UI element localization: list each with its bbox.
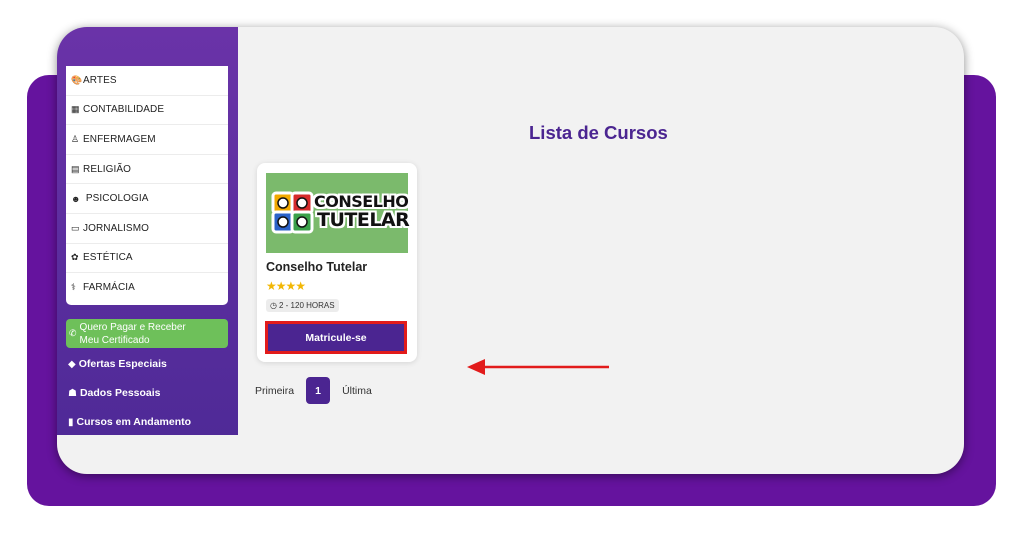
personal-data-label: Dados Pessoais [79,387,161,399]
calculator-icon: ▦ [71,104,80,115]
bible-icon: ▤ [71,163,80,174]
category-label: ARTES [83,74,117,86]
palette-icon: 🎨 [71,74,83,85]
whatsapp-icon: ✆ [69,328,77,338]
enroll-button-label: Matricule-se [305,331,367,344]
pagination-page-1[interactable]: 1 [306,377,331,404]
pills-icon: ⚕ [71,282,76,293]
category-item-jornalismo[interactable]: ▭ JORNALISMO [66,214,228,244]
tag-icon: ◆ [68,358,76,370]
browser-window: 🎨 ARTES ▦ CONTABILIDADE ♙ ENFERMAGEM ▤ R… [57,27,964,474]
category-item-psicologia[interactable]: ☻ PSICOLOGIA [66,184,228,214]
special-offers-link[interactable]: ◆ Ofertas Especiais [68,358,167,370]
rating-stars: ★★★★ [266,279,306,293]
pagination-first[interactable]: Primeira [255,385,294,397]
category-item-enfermagem[interactable]: ♙ ENFERMAGEM [66,125,228,155]
category-label: JORNALISMO [83,222,150,234]
category-label: PSICOLOGIA [83,193,149,205]
page-title: Lista de Cursos [529,122,668,143]
newspaper-icon: ▭ [71,222,80,233]
book-open-icon: ▮ [68,416,74,428]
pagination-last[interactable]: Última [342,385,372,397]
category-label: ESTÉTICA [83,252,133,264]
courses-in-progress-label: Cursos em Andamento [76,416,192,428]
user-edit-icon: ☗ [68,387,77,399]
hours-badge: ◷ 2 - 120 HORAS [266,299,339,312]
certificate-button[interactable]: ✆ Quero Pagar e Receber Meu Certificado [66,319,228,348]
spa-icon: ✿ [71,252,79,263]
children-puzzle-icon [271,191,314,234]
logo-line-2: TUTELAR [317,209,410,231]
course-image[interactable]: CONSELHO TUTELAR [266,173,410,253]
hours-label: 2 - 120 HORAS [278,301,335,310]
category-item-contabilidade[interactable]: ▦ CONTABILIDADE [66,96,228,126]
red-arrow-annotation [467,359,609,375]
nurse-icon: ♙ [71,133,80,144]
sidebar: 🎨 ARTES ▦ CONTABILIDADE ♙ ENFERMAGEM ▤ R… [57,27,238,435]
pagination: Primeira 1 Última [255,377,372,404]
category-label: FARMÁCIA [83,282,135,294]
special-offers-label: Ofertas Especiais [78,358,167,370]
brain-head-icon: ☻ [71,193,81,204]
category-label: ENFERMAGEM [83,133,156,145]
category-item-religiao[interactable]: ▤ RELIGIÃO [66,155,228,185]
course-title[interactable]: Conselho Tutelar [266,260,367,274]
category-list: 🎨 ARTES ▦ CONTABILIDADE ♙ ENFERMAGEM ▤ R… [66,66,228,305]
certificate-button-label: Quero Pagar e Receber Meu Certificado [79,321,186,346]
personal-data-link[interactable]: ☗ Dados Pessoais [68,387,161,399]
category-label: RELIGIÃO [83,163,132,175]
category-item-farmacia[interactable]: ⚕ FARMÁCIA [66,273,228,303]
clock-icon: ◷ [270,301,277,310]
enroll-button[interactable]: Matricule-se [265,321,407,354]
category-item-estetica[interactable]: ✿ ESTÉTICA [66,244,228,274]
conselho-tutelar-logo: CONSELHO TUTELAR [270,187,410,239]
logo-text: CONSELHO TUTELAR [314,192,410,231]
category-label: CONTABILIDADE [83,104,165,116]
courses-in-progress-link[interactable]: ▮ Cursos em Andamento [68,416,191,428]
category-item-artes[interactable]: 🎨 ARTES [66,66,228,96]
